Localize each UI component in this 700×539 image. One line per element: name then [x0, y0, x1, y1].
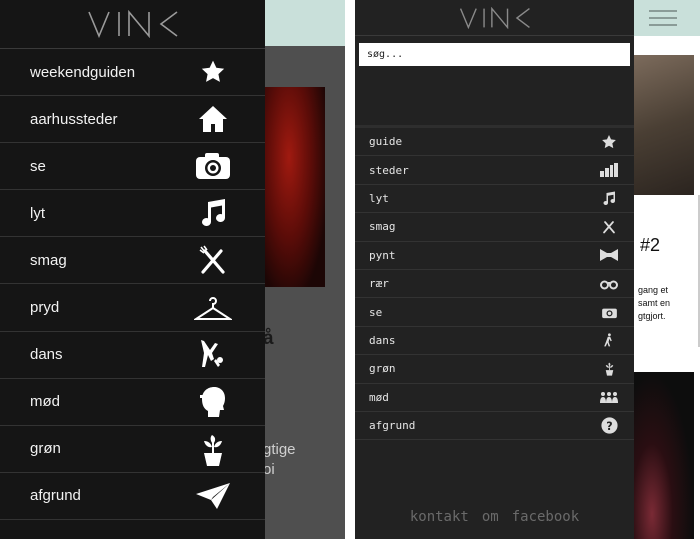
screenshot-root: å gtige oi weekendguiden aarhussteder se…: [0, 0, 700, 539]
dancer-icon: [193, 338, 233, 372]
left-phone-screen: å gtige oi weekendguiden aarhussteder se…: [0, 0, 345, 539]
vink-logo[interactable]: [0, 0, 265, 49]
menu-item-se[interactable]: se: [0, 143, 265, 191]
menu-item-label: smag: [30, 251, 67, 269]
om-link[interactable]: om: [482, 509, 499, 525]
menu-item-label: weekendguiden: [30, 63, 136, 81]
menu-item-label: mød: [30, 393, 60, 411]
menu-item-label: lyt: [369, 191, 389, 205]
menu-item-label: se: [30, 157, 46, 175]
side-menu-drawer: weekendguiden aarhussteder se lyt smag p…: [0, 0, 265, 539]
menu-item-label: lyt: [30, 204, 45, 222]
menu-item-pryd[interactable]: pryd: [0, 284, 265, 332]
camera-icon: [193, 149, 233, 183]
right-phone-screen: #2 gang et samt en gtgjort. søg... guide…: [355, 0, 700, 539]
binoculars-icon: [598, 275, 620, 293]
camera-icon: [598, 303, 620, 321]
side-menu-drawer: guide steder lyt: [355, 0, 634, 539]
menu-item-label: steder: [369, 163, 409, 177]
house-icon: [193, 102, 233, 136]
hanger-icon: [193, 291, 233, 325]
menu-item-mod[interactable]: mød: [0, 379, 265, 426]
menu-item-gron[interactable]: grøn: [0, 426, 265, 473]
menu-item-label: smag: [369, 220, 396, 234]
main-menu-list: weekendguiden aarhussteder se lyt smag p…: [0, 49, 265, 520]
background-photo: [634, 372, 694, 539]
menu-item-lyt[interactable]: lyt: [0, 190, 265, 238]
card-number: #2: [640, 235, 661, 255]
hamburger-menu-icon[interactable]: [649, 10, 677, 28]
menu-item-label: pynt: [369, 248, 396, 262]
main-menu-list: guide steder lyt smag pynt rær se dans g…: [355, 128, 634, 441]
vink-logo-mark: [459, 6, 530, 29]
menu-item-steder[interactable]: steder: [355, 156, 634, 185]
menu-item-dans[interactable]: dans: [355, 327, 634, 356]
music-note-icon: [193, 196, 233, 230]
menu-item-guide[interactable]: guide: [355, 128, 634, 157]
kontakt-link[interactable]: kontakt: [410, 509, 469, 525]
background-article-card: #2 gang et samt en gtgjort.: [634, 195, 700, 347]
city-icon: [598, 161, 620, 179]
paper-plane-icon: [193, 479, 233, 513]
menu-item-label: dans: [30, 346, 63, 364]
vink-logo[interactable]: [355, 0, 634, 36]
card-text-line: gtgjort.: [638, 311, 666, 321]
menu-item-smag[interactable]: smag: [0, 237, 265, 285]
dancer-icon: [598, 331, 620, 349]
menu-item-label: se: [369, 305, 383, 319]
plant-pot-icon: [598, 360, 620, 378]
star-icon: [193, 55, 233, 89]
head-cap-icon: [193, 385, 233, 419]
menu-item-se[interactable]: se: [355, 298, 634, 327]
menu-item-dans[interactable]: dans: [0, 332, 265, 379]
card-text-line: samt en: [638, 298, 671, 308]
menu-item-weekendguiden[interactable]: weekendguiden: [0, 49, 265, 97]
menu-item-label: guide: [369, 135, 403, 149]
svg-text:?: ?: [606, 420, 612, 433]
fork-knife-icon: [598, 218, 620, 236]
menu-item-label: dans: [369, 333, 396, 347]
menu-item-gron[interactable]: grøn: [355, 355, 634, 384]
music-note-icon: [598, 189, 620, 207]
menu-item-aarhussteder[interactable]: aarhussteder: [0, 96, 265, 144]
menu-item-mod[interactable]: mød: [355, 384, 634, 412]
fork-knife-icon: [193, 243, 233, 277]
menu-item-label: grøn: [369, 362, 396, 376]
menu-item-raer[interactable]: rær: [355, 270, 634, 299]
menu-item-label: rær: [369, 277, 389, 291]
star-icon: [598, 133, 620, 151]
search-input[interactable]: [359, 43, 630, 66]
background-photo: [634, 55, 694, 195]
menu-item-lyt[interactable]: lyt: [355, 185, 634, 214]
menu-item-afgrund[interactable]: afgrund ?: [355, 412, 634, 441]
menu-item-pynt[interactable]: pynt: [355, 242, 634, 270]
menu-item-label: grøn: [30, 440, 61, 458]
background-text-line: gtige: [263, 441, 296, 458]
menu-item-label: afgrund: [369, 419, 416, 433]
menu-item-label: mød: [369, 390, 389, 404]
question-icon: ?: [598, 417, 620, 435]
card-text-line: gang et: [638, 285, 669, 295]
menu-item-label: aarhussteder: [30, 110, 118, 128]
search-area: [355, 36, 634, 128]
people-icon: [598, 388, 620, 406]
facebook-link[interactable]: facebook: [512, 509, 579, 525]
menu-item-label: afgrund: [30, 487, 81, 505]
menu-item-afgrund[interactable]: afgrund: [0, 473, 265, 520]
drawer-footer: kontakt om facebook: [355, 509, 634, 525]
plant-pot-icon: [193, 432, 233, 466]
menu-item-smag[interactable]: smag: [355, 213, 634, 242]
background-header: [265, 0, 345, 46]
bowtie-icon: [598, 246, 620, 264]
vink-logo-mark: [87, 10, 177, 38]
background-photo: [265, 87, 325, 287]
menu-item-label: pryd: [30, 299, 60, 317]
